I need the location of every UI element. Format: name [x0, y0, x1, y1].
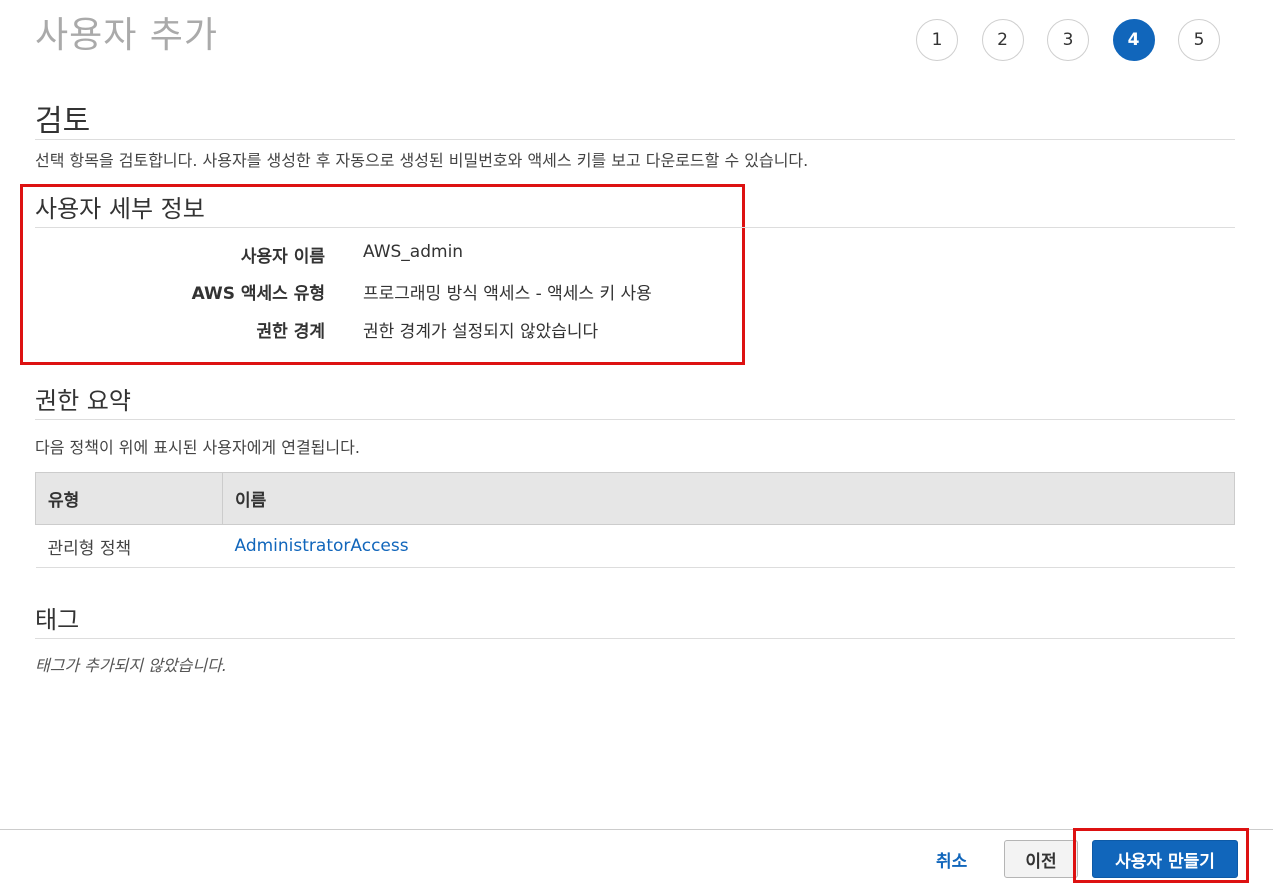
cancel-button[interactable]: 취소: [928, 844, 975, 874]
detail-row-username: 사용자 이름 AWS_admin: [35, 242, 735, 267]
review-heading: 검토: [35, 96, 1235, 140]
detail-label: 사용자 이름: [240, 247, 325, 267]
step-4-current[interactable]: 4: [1112, 19, 1155, 61]
detail-value: 프로그래밍 방식 액세스 - 액세스 키 사용: [363, 284, 652, 304]
permissions-summary-heading: 권한 요약: [35, 381, 1235, 420]
detail-label: 권한 경계: [256, 322, 325, 342]
policy-table: 유형 이름 관리형 정책 AdministratorAccess: [35, 472, 1235, 568]
policy-name-cell: AdministratorAccess: [222, 524, 1235, 568]
column-header-type[interactable]: 유형: [35, 472, 223, 525]
tags-heading: 태그: [35, 600, 1235, 639]
policy-link[interactable]: AdministratorAccess: [235, 536, 409, 556]
detail-value: AWS_admin: [363, 242, 464, 262]
step-2[interactable]: 2: [981, 19, 1024, 61]
user-details-heading: 사용자 세부 정보: [35, 189, 1235, 228]
previous-button[interactable]: 이전: [1004, 840, 1078, 878]
table-header-row: 유형 이름: [35, 472, 1235, 525]
detail-row-access-type: AWS 액세스 유형 프로그래밍 방식 액세스 - 액세스 키 사용: [35, 279, 735, 304]
tags-empty-text: 태그가 추가되지 않았습니다.: [35, 656, 227, 675]
table-row: 관리형 정책 AdministratorAccess: [35, 524, 1235, 568]
detail-label: AWS 액세스 유형: [191, 284, 325, 304]
step-5[interactable]: 5: [1178, 19, 1220, 61]
permissions-description: 다음 정책이 위에 표시된 사용자에게 연결됩니다.: [35, 438, 360, 457]
step-3[interactable]: 3: [1047, 19, 1089, 61]
review-description: 선택 항목을 검토합니다. 사용자를 생성한 후 자동으로 생성된 비밀번호와 …: [35, 151, 809, 170]
detail-row-permissions-boundary: 권한 경계 권한 경계가 설정되지 않았습니다: [35, 317, 735, 342]
column-header-name[interactable]: 이름: [222, 472, 1235, 525]
wizard-steps: 1 2 3 4 5: [916, 19, 1244, 61]
detail-value: 권한 경계가 설정되지 않았습니다: [363, 322, 599, 342]
page-title: 사용자 추가: [35, 15, 219, 56]
step-1[interactable]: 1: [916, 19, 958, 61]
policy-type-cell: 관리형 정책: [35, 524, 223, 568]
create-user-button[interactable]: 사용자 만들기: [1092, 840, 1238, 878]
